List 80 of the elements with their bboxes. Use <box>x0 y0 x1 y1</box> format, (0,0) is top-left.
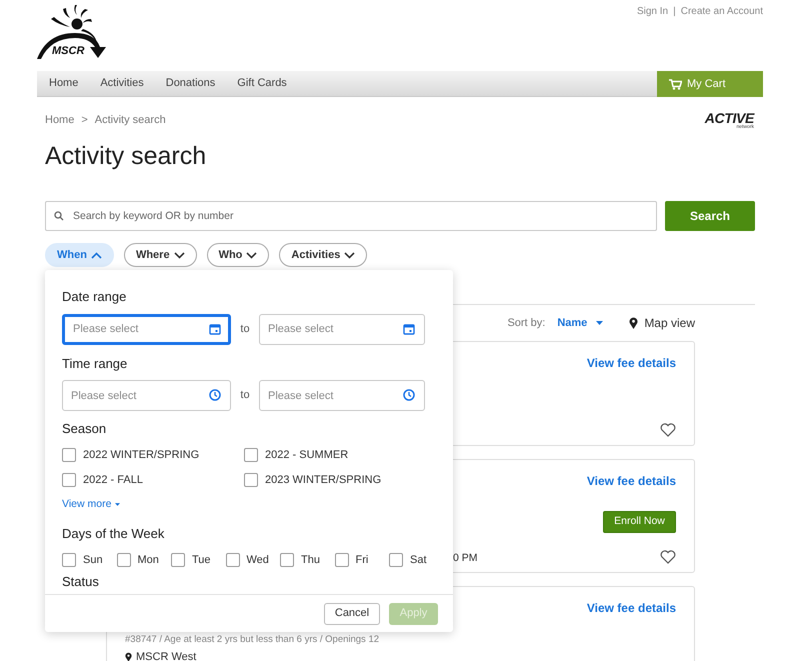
breadcrumb-separator: > <box>81 112 88 128</box>
search-icon <box>54 211 64 221</box>
sort-label: Sort by: <box>507 316 546 331</box>
checkbox-label: 2022 WINTER/SPRING <box>83 448 200 462</box>
checkbox-label: Tue <box>192 552 211 568</box>
filter-button[interactable]: Activities <box>279 243 368 267</box>
link-separator: | <box>673 5 676 19</box>
range-separator: to <box>239 322 251 337</box>
clock-icon <box>403 389 415 401</box>
breadcrumb-current: Activity search <box>94 112 166 128</box>
checkbox[interactable] <box>244 448 258 462</box>
checkbox[interactable] <box>62 473 76 488</box>
time-field[interactable]: Please select <box>259 380 425 411</box>
chevron-icon <box>246 252 258 258</box>
section-label: Status <box>62 574 100 590</box>
section-label: Time range <box>62 354 128 373</box>
fee-details-link[interactable]: View fee details <box>586 472 676 490</box>
checkbox-label: Thu <box>301 552 320 568</box>
location-text: MSCR West <box>136 650 196 661</box>
checkbox[interactable] <box>171 553 185 567</box>
cart-icon <box>669 78 682 90</box>
map-pin-icon <box>629 317 638 329</box>
checkbox[interactable] <box>226 553 240 567</box>
checkbox[interactable] <box>62 448 76 462</box>
breadcrumb-link[interactable]: Home <box>45 112 74 128</box>
cancel-button[interactable]: Cancel <box>324 602 380 624</box>
section-label: Season <box>62 420 108 438</box>
enroll-button[interactable]: Enroll Now <box>603 511 676 533</box>
sort-dropdown[interactable]: Name <box>557 314 604 332</box>
calendar-icon <box>403 322 415 334</box>
activity-meta: #38747 / Age at least 2 yrs but less than 6 yrs / Openings 12 <box>125 633 380 647</box>
checkbox-label: Fri <box>356 552 368 568</box>
section-label: Date range <box>62 288 128 306</box>
checkbox[interactable] <box>280 553 294 567</box>
checkbox[interactable] <box>334 553 348 567</box>
fee-details-link[interactable]: View fee details <box>586 599 676 617</box>
calendar-icon <box>209 322 221 334</box>
nav-item[interactable]: Gift Cards <box>237 75 287 92</box>
checkbox-label: 2023 WINTER/SPRING <box>265 473 382 488</box>
nav-item[interactable]: Activities <box>100 75 144 92</box>
filter-button[interactable]: Where <box>124 243 197 267</box>
nav-item[interactable]: Donations <box>166 75 216 92</box>
caret-icon <box>596 321 604 325</box>
filter-button[interactable]: When <box>45 243 114 267</box>
sign-in-link[interactable]: Sign In <box>636 4 668 19</box>
date-field[interactable]: Please select <box>259 314 425 344</box>
chevron-icon <box>174 252 185 258</box>
time-field[interactable]: Please select <box>62 380 231 411</box>
checkbox[interactable] <box>62 553 76 567</box>
fee-details-link[interactable]: View fee details <box>586 354 676 372</box>
search-button[interactable]: Search <box>665 201 755 231</box>
page-title: Activity search <box>45 144 208 172</box>
chevron-icon <box>344 252 356 258</box>
checkbox[interactable] <box>244 473 258 488</box>
filter-button[interactable]: Who <box>206 243 270 267</box>
clock-icon <box>209 389 221 401</box>
checkbox-label: 2022 - FALL <box>83 473 143 488</box>
map-view-button[interactable]: Map view <box>629 314 695 332</box>
view-more-link[interactable]: View more <box>62 496 120 512</box>
checkbox[interactable] <box>116 553 130 567</box>
date-field[interactable]: Please select <box>62 314 231 344</box>
checkbox-label: Wed <box>246 552 269 568</box>
search-field[interactable]: Search by keyword OR by number <box>45 201 657 231</box>
checkbox-label: Mon <box>138 552 159 568</box>
nav-item[interactable]: Home <box>49 75 78 92</box>
chevron-icon <box>90 252 102 258</box>
time-text: 0 PM <box>453 551 478 566</box>
checkbox-label: 2022 - SUMMER <box>265 448 348 462</box>
section-label: Days of the Week <box>62 525 166 544</box>
logo-text: MSCR <box>52 46 84 57</box>
heart-icon[interactable] <box>660 550 676 564</box>
heart-icon[interactable] <box>660 423 676 437</box>
logo[interactable]: MSCR <box>37 3 109 63</box>
caret-icon <box>115 502 120 506</box>
cart-button[interactable]: My Cart <box>657 71 763 97</box>
checkbox-label: Sat <box>410 552 427 568</box>
checkbox[interactable] <box>389 553 403 567</box>
create-account-link[interactable]: Create an Account <box>680 4 763 19</box>
range-separator: to <box>239 388 251 404</box>
checkbox-label: Sun <box>83 552 103 568</box>
